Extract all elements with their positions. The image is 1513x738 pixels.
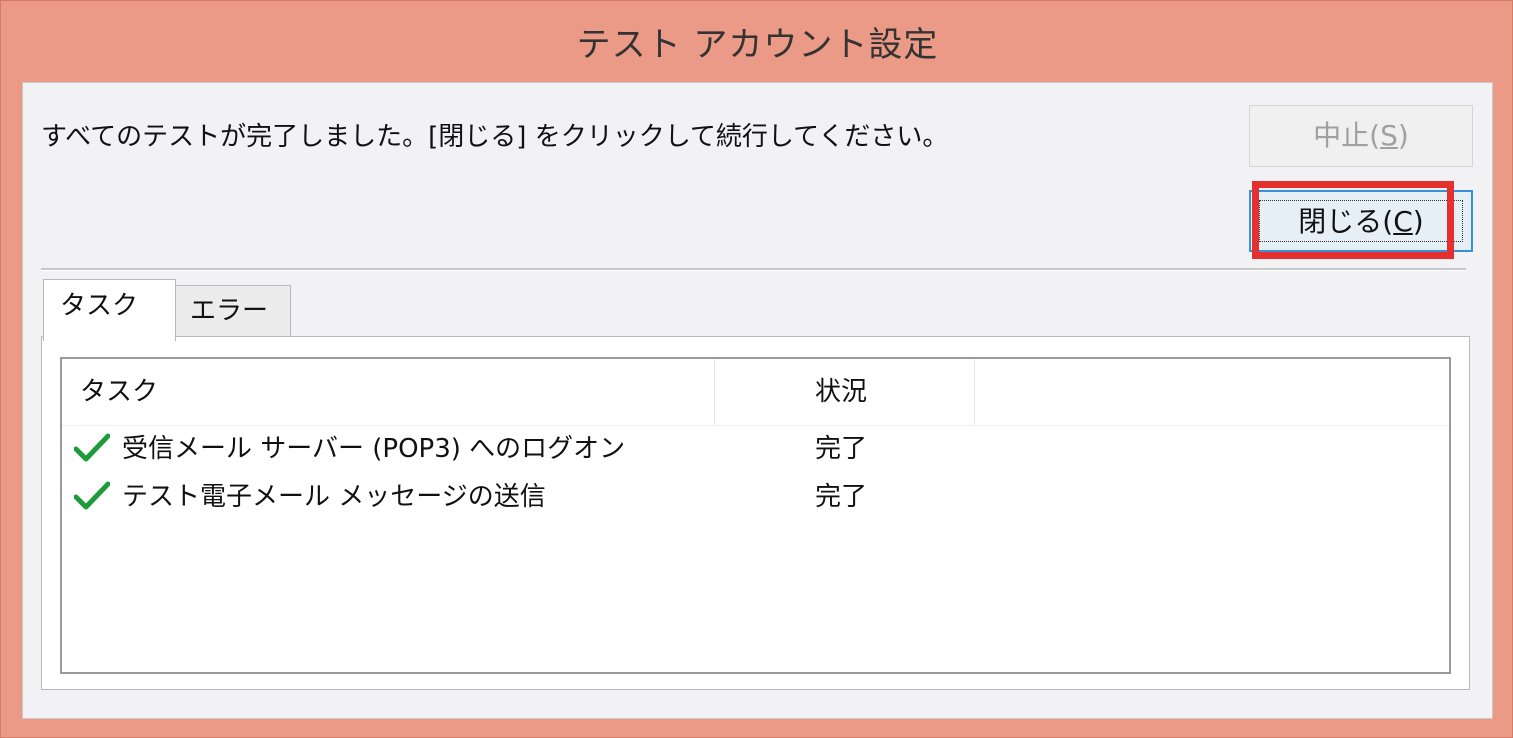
task-list[interactable]: タスク 状況 受信メール サーバー (POP3) へのログオン 完了 テスト電子… [60, 357, 1451, 674]
task-status: 完了 [815, 482, 868, 512]
table-row[interactable]: テスト電子メール メッセージの送信 完了 [62, 473, 1449, 521]
dialog-body: すべてのテストが完了しました。[閉じる] をクリックして続行してください。 中止… [22, 82, 1493, 719]
close-button-focus-rect: 閉じる(C) [1259, 200, 1463, 242]
column-header-status[interactable]: 状況 [715, 359, 975, 425]
separator-line [41, 268, 1466, 271]
table-row[interactable]: 受信メール サーバー (POP3) へのログオン 完了 [62, 425, 1449, 473]
stop-button-label: 中止( [1313, 119, 1381, 152]
close-button-mnemonic: C [1393, 205, 1413, 238]
task-name: テスト電子メール メッセージの送信 [122, 482, 546, 512]
stop-button-suffix: ) [1397, 119, 1409, 152]
test-account-settings-dialog: テスト アカウント設定 すべてのテストが完了しました。[閉じる] をクリックして… [0, 0, 1513, 738]
checkmark-icon [74, 433, 110, 462]
status-message: すべてのテストが完了しました。[閉じる] をクリックして続行してください。 [41, 122, 949, 152]
close-button-suffix: ) [1412, 205, 1424, 238]
tasks-tab-panel: タスク 状況 受信メール サーバー (POP3) へのログオン 完了 テスト電子… [41, 336, 1470, 690]
stop-button[interactable]: 中止(S) [1249, 105, 1473, 167]
task-status: 完了 [815, 434, 868, 464]
close-button-label: 閉じる( [1298, 205, 1394, 238]
window-title: テスト アカウント設定 [576, 25, 939, 65]
close-button[interactable]: 閉じる(C) [1249, 190, 1473, 252]
column-header-empty[interactable] [975, 359, 1449, 425]
stop-button-mnemonic: S [1380, 119, 1398, 152]
checkmark-icon [74, 481, 110, 510]
task-name: 受信メール サーバー (POP3) へのログオン [122, 434, 626, 464]
tab-tasks[interactable]: タスク [43, 279, 176, 341]
tab-errors[interactable]: エラー [175, 285, 291, 338]
column-header-task[interactable]: タスク [62, 359, 715, 425]
